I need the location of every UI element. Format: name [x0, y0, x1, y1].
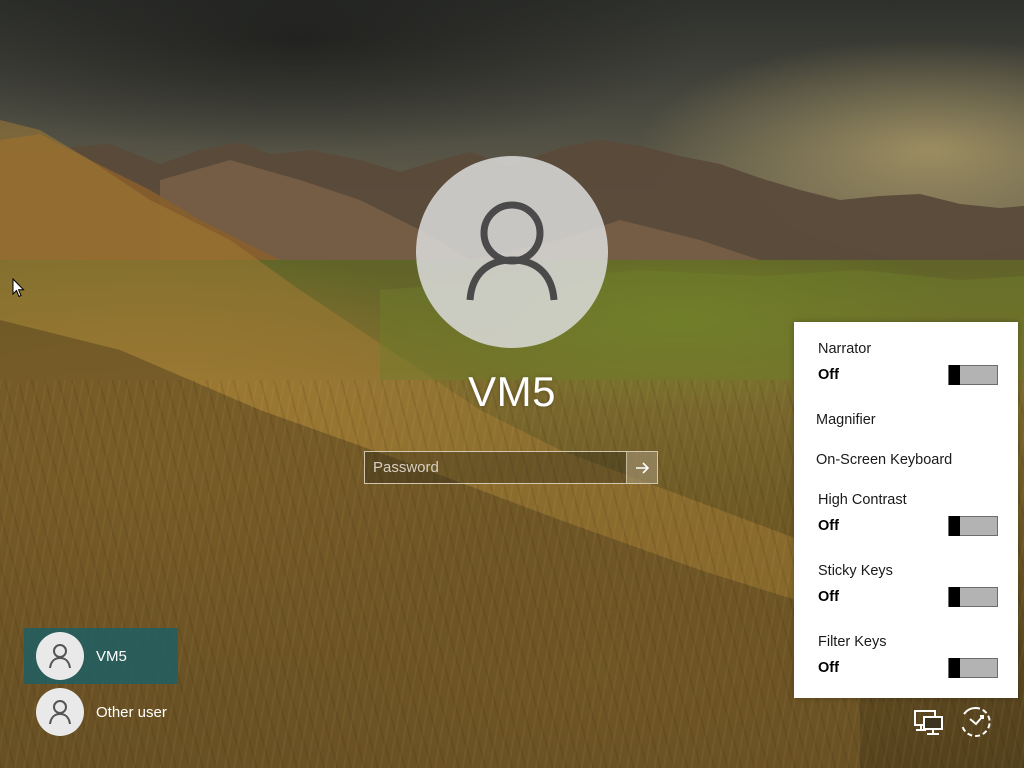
user-avatar-small [36, 688, 84, 736]
user-avatar-small [36, 632, 84, 680]
high-contrast-setting: High Contrast Off [818, 492, 998, 536]
sticky-keys-toggle[interactable] [948, 587, 998, 607]
narrator-toggle[interactable] [948, 365, 998, 385]
user-silhouette-icon [49, 700, 71, 725]
user-silhouette-icon [49, 644, 71, 669]
password-input[interactable] [365, 452, 626, 483]
network-icon [914, 710, 943, 735]
toggle-knob [949, 658, 960, 678]
sticky-keys-label: Sticky Keys [818, 563, 893, 579]
arrow-right-icon [636, 461, 650, 474]
user-tile-name: VM5 [96, 647, 127, 665]
user-silhouette-icon [466, 201, 558, 301]
filter-keys-setting: Filter Keys Off [818, 634, 998, 678]
on-screen-keyboard-link[interactable]: On-Screen Keyboard [816, 452, 952, 468]
magnifier-link[interactable]: Magnifier [816, 412, 876, 428]
filter-keys-toggle[interactable] [948, 658, 998, 678]
toggle-knob [949, 587, 960, 607]
high-contrast-toggle[interactable] [948, 516, 998, 536]
high-contrast-label: High Contrast [818, 492, 907, 508]
ease-of-access-panel: Narrator Off Magnifier On-Screen Keyboar… [794, 322, 1018, 698]
ease-of-access-button[interactable] [958, 705, 992, 739]
ease-of-access-icon [961, 706, 991, 737]
network-button[interactable] [911, 705, 945, 739]
mouse-cursor-icon [12, 278, 25, 298]
toggle-knob [949, 365, 960, 385]
narrator-setting: Narrator Off [818, 341, 998, 385]
user-tile-other-user[interactable]: Other user [24, 684, 178, 740]
user-tile-vm5[interactable]: VM5 [24, 628, 178, 684]
sticky-keys-setting: Sticky Keys Off [818, 563, 998, 607]
user-avatar [416, 156, 608, 348]
toggle-knob [949, 516, 960, 536]
narrator-label: Narrator [818, 341, 872, 357]
user-tile-name: Other user [96, 703, 167, 721]
username-heading: VM5 [468, 368, 556, 415]
filter-keys-label: Filter Keys [818, 634, 887, 650]
password-box [364, 451, 658, 484]
submit-button[interactable] [626, 452, 657, 483]
